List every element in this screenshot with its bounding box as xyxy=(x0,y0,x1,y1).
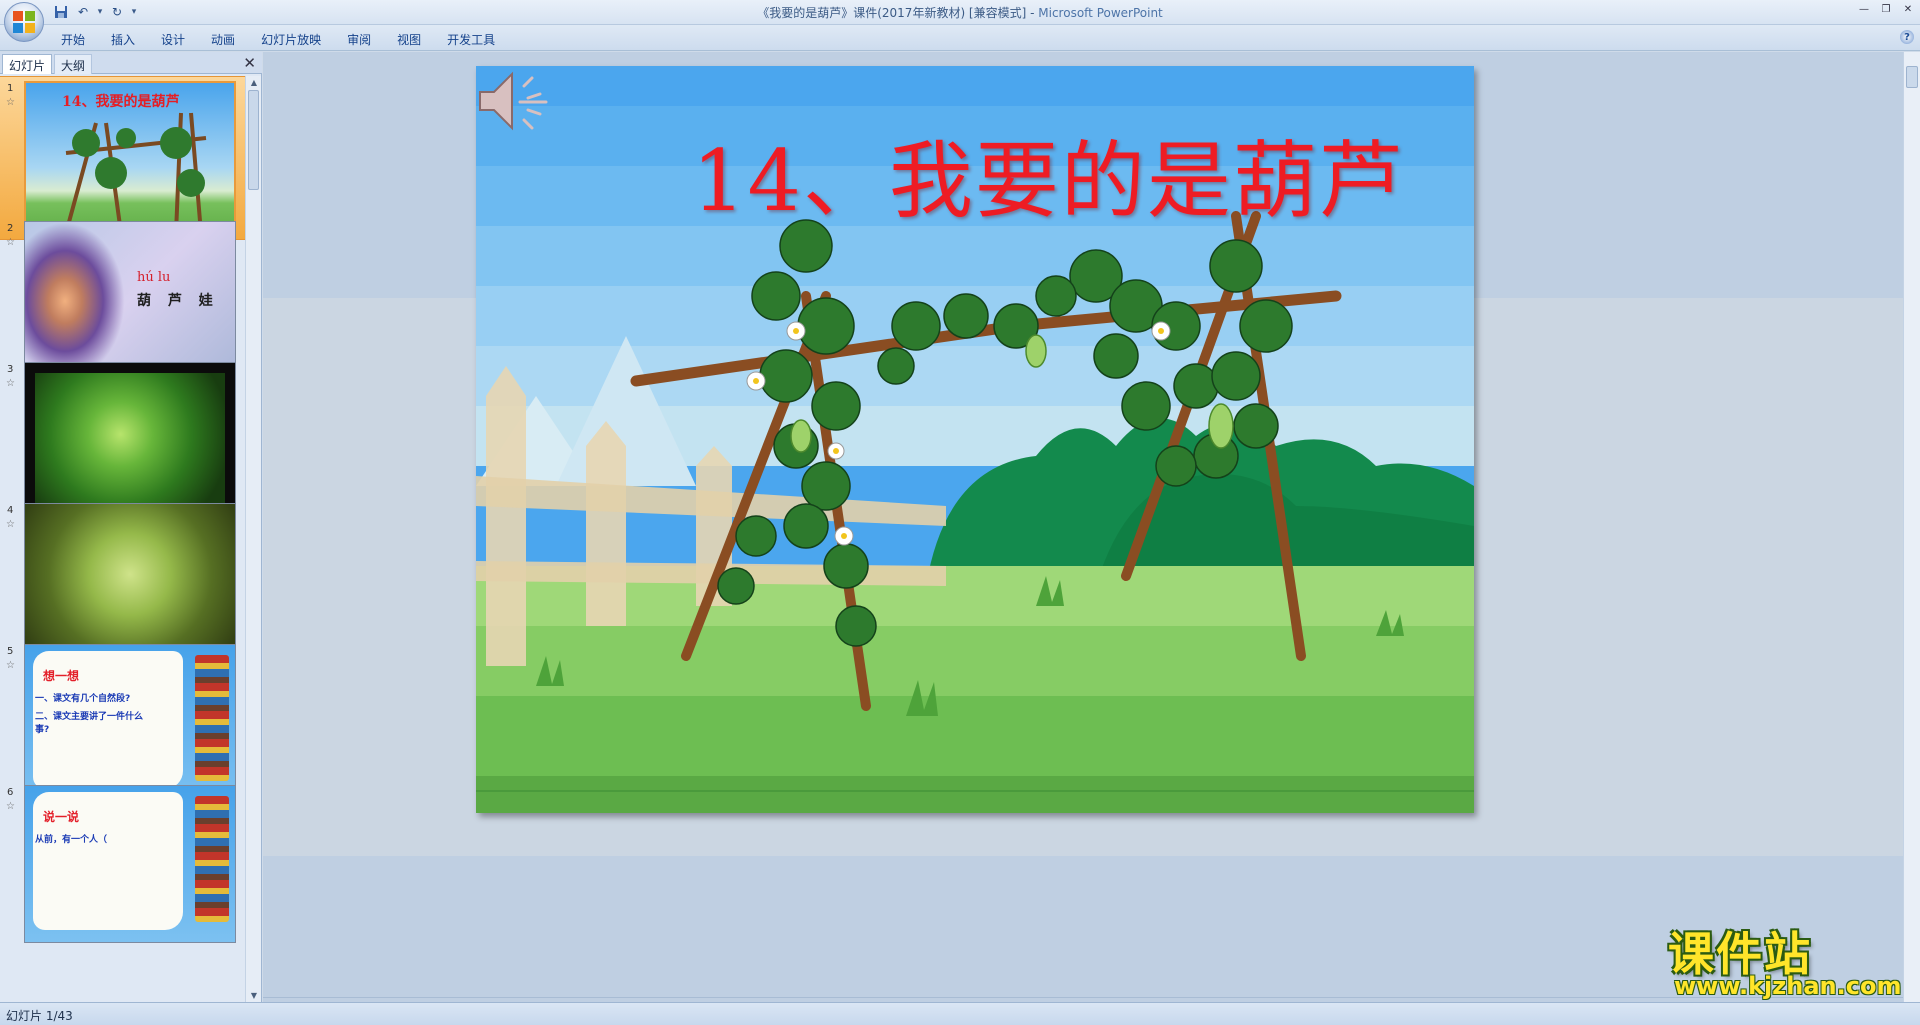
slide-number: 5 xyxy=(7,646,14,657)
office-logo-icon xyxy=(13,11,35,33)
thumbnail-image xyxy=(24,503,236,661)
tab-developer[interactable]: 开发工具 xyxy=(434,29,508,50)
slide-title[interactable]: 14、我要的是葫芦 xyxy=(692,114,1405,235)
current-slide[interactable]: 14、我要的是葫芦 xyxy=(476,66,1474,813)
watermark-logo: 课件站 www.kjzhan.com xyxy=(1668,918,1906,1004)
scrollbar-thumb[interactable] xyxy=(248,90,259,190)
thumb-pinyin: hú lu xyxy=(137,270,171,285)
slide-number: 2 xyxy=(7,223,14,234)
slide-thumbnail-2[interactable]: 2 ☆ hú lu 葫 芦 娃 xyxy=(0,217,245,381)
help-icon[interactable]: ? xyxy=(1900,30,1914,44)
watermark-url: www.kjzhan.com xyxy=(1674,972,1902,1000)
animation-star-icon: ☆ xyxy=(6,801,15,812)
ribbon-tab-list: 开始 插入 设计 动画 幻灯片放映 审阅 视图 开发工具 xyxy=(48,29,508,50)
tab-insert[interactable]: 插入 xyxy=(98,29,148,50)
tab-slides[interactable]: 幻灯片 xyxy=(2,54,53,74)
slide-thumbnail-1[interactable]: 1 ☆ 14、我要的是葫芦 xyxy=(0,76,245,240)
slide-thumbnail-4[interactable]: 4 ☆ xyxy=(0,499,245,663)
window-title: 《我要的是葫芦》课件(2017年新教材) [兼容模式] - Microsoft … xyxy=(0,4,1920,21)
tab-outline[interactable]: 大纲 xyxy=(54,54,93,74)
thumbnail-image xyxy=(24,362,236,520)
thumb-line-1: 从前，有一个人（ xyxy=(35,835,108,845)
slide-number: 6 xyxy=(7,787,14,798)
thumb-books-image xyxy=(195,796,229,922)
tab-home[interactable]: 开始 xyxy=(48,29,98,50)
slide-thumbnail-3[interactable]: 3 ☆ xyxy=(0,358,245,522)
tab-animations[interactable]: 动画 xyxy=(198,29,248,50)
slides-panel: 幻灯片 大纲 ✕ 1 ☆ 14、我要的是葫芦 2 ☆ hú lu 葫 芦 娃 3… xyxy=(0,52,262,1002)
panel-close-icon[interactable]: ✕ xyxy=(243,54,256,72)
document-title: 《我要的是葫芦》课件(2017年新教材) [兼容模式] - xyxy=(757,6,1039,20)
tab-design[interactable]: 设计 xyxy=(148,29,198,50)
thumbnail-image: 想一想 一、课文有几个自然段? 二、课文主要讲了一件什么事? xyxy=(24,644,236,802)
thumbnail-image: hú lu 葫 芦 娃 xyxy=(24,221,236,379)
thumbnail-list: 1 ☆ 14、我要的是葫芦 2 ☆ hú lu 葫 芦 娃 3 ☆ 4 ☆ 5 … xyxy=(0,76,245,1002)
speaker-icon[interactable] xyxy=(476,66,552,136)
thumb-line-2: 二、课文主要讲了一件什么事? xyxy=(35,712,144,735)
thumb-character-image xyxy=(25,222,125,378)
animation-star-icon: ☆ xyxy=(6,660,15,671)
panel-tabs: 幻灯片 大纲 ✕ xyxy=(0,52,262,74)
thumb-heading: 想一想 xyxy=(43,669,80,683)
thumb-books-image xyxy=(195,655,229,781)
status-bar: 幻灯片 1/43 xyxy=(0,1002,1920,1025)
slide-scrollbar[interactable] xyxy=(1903,52,1920,1002)
animation-star-icon: ☆ xyxy=(6,378,15,389)
slide-counter: 幻灯片 1/43 xyxy=(6,1009,73,1023)
thumb-heading: 说一说 xyxy=(43,810,80,824)
tab-slide-show[interactable]: 幻灯片放映 xyxy=(248,29,334,50)
ribbon-tab-bar: 开始 插入 设计 动画 幻灯片放映 审阅 视图 开发工具 ? xyxy=(0,25,1920,51)
slide-editor: 14、我要的是葫芦 xyxy=(263,52,1920,1002)
minimize-icon[interactable]: — xyxy=(1854,2,1874,16)
thumb-title: 14、我要的是葫芦 xyxy=(62,94,180,110)
close-icon[interactable]: ✕ xyxy=(1898,2,1918,16)
scroll-up-icon[interactable]: ▲ xyxy=(246,76,262,89)
thumb-gourd-photo xyxy=(25,504,235,660)
slide-number: 4 xyxy=(7,505,14,516)
animation-star-icon: ☆ xyxy=(6,237,15,248)
animation-star-icon: ☆ xyxy=(6,519,15,530)
thumbnail-scrollbar[interactable]: ▲ ▼ xyxy=(245,76,261,1002)
office-button[interactable] xyxy=(4,2,44,42)
restore-icon[interactable]: ❐ xyxy=(1876,2,1896,16)
window-controls: — ❐ ✕ xyxy=(1854,2,1918,16)
thumb-line-1: 一、课文有几个自然段? xyxy=(35,694,131,704)
thumb-hanzi: 葫 芦 娃 xyxy=(137,293,219,309)
thumb-gourd-photo xyxy=(35,373,225,509)
slide-number: 1 xyxy=(7,83,14,94)
slide-number: 3 xyxy=(7,364,14,375)
slide-thumbnail-5[interactable]: 5 ☆ 想一想 一、课文有几个自然段? 二、课文主要讲了一件什么事? xyxy=(0,640,245,804)
editor-divider xyxy=(263,997,1903,998)
animation-star-icon: ☆ xyxy=(6,97,15,108)
tab-review[interactable]: 审阅 xyxy=(334,29,384,50)
tab-view[interactable]: 视图 xyxy=(384,29,434,50)
thumbnail-image: 14、我要的是葫芦 xyxy=(24,81,236,239)
title-bar: ↶ ▾ ↻ ▾ 《我要的是葫芦》课件(2017年新教材) [兼容模式] - Mi… xyxy=(0,0,1920,42)
thumbnail-image: 说一说 从前，有一个人（ xyxy=(24,785,236,943)
scrollbar-thumb[interactable] xyxy=(1906,66,1918,88)
scroll-down-icon[interactable]: ▼ xyxy=(246,989,262,1002)
slide-thumbnail-6[interactable]: 6 ☆ 说一说 从前，有一个人（ xyxy=(0,781,245,945)
app-name: Microsoft PowerPoint xyxy=(1038,6,1163,20)
